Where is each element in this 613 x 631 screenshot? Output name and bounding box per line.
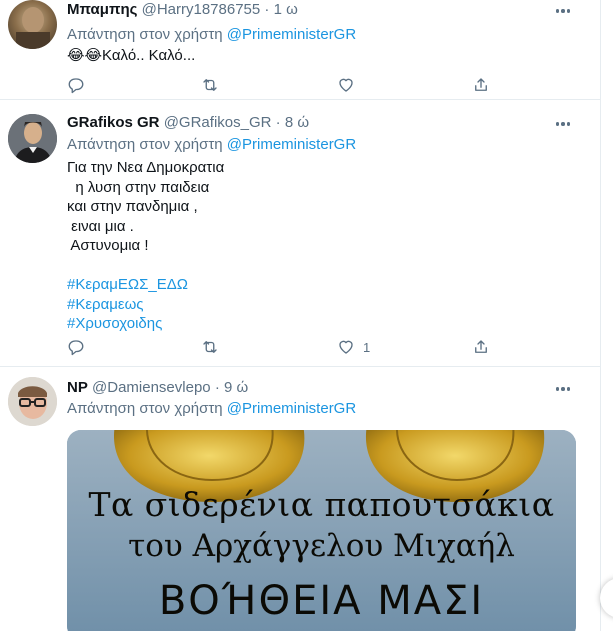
avatar-portrait-icon [16, 7, 50, 49]
reply-button[interactable] [67, 337, 85, 357]
user-handle[interactable]: @Harry18786755 [142, 1, 261, 18]
user-handle[interactable]: @GRafikos_GR [164, 114, 272, 131]
tweet-actions [67, 75, 487, 95]
tweet-header: GRafikos GR @GRafikos_GR · 8 ώ [67, 114, 309, 131]
hashtag-link[interactable]: #Κεραμεως [67, 295, 224, 315]
user-handle[interactable]: @Damiensevlepo [92, 379, 211, 396]
tweet-text: 😂😂Καλό.. Καλό... [67, 47, 196, 64]
tweet-header: Μπαμπης @Harry18786755 · 1 ω [67, 1, 298, 18]
avatar-portrait-icon [8, 114, 57, 163]
more-options-button[interactable] [553, 116, 573, 132]
avatar-portrait-icon [8, 377, 57, 426]
like-button[interactable]: 1 [337, 337, 370, 357]
reply-mention[interactable]: @PrimeministerGR [227, 136, 356, 153]
tweet-text-line: και στην πανδημια , [67, 198, 198, 215]
more-options-button[interactable] [553, 3, 573, 19]
reply-icon [68, 78, 84, 94]
more-icon-dot [566, 387, 571, 391]
reply-prefix: Απάντηση στον χρήστη [67, 26, 223, 43]
tweet-1[interactable]: Μπαμπης @Harry18786755 · 1 ω Απάντηση στ… [0, 0, 600, 100]
more-options-button[interactable] [553, 381, 573, 397]
reply-context: Απάντηση στον χρήστη @PrimeministerGR [67, 26, 356, 43]
share-button[interactable] [472, 337, 490, 357]
separator-dot: · [264, 1, 270, 18]
separator-dot: · [275, 114, 281, 131]
reply-context: Απάντηση στον χρήστη @PrimeministerGR [67, 400, 356, 417]
tweet-text-line: η λυση στην παιδεια [67, 178, 210, 196]
tweet-2[interactable]: GRafikos GR @GRafikos_GR · 8 ώ Απάντηση … [0, 100, 600, 367]
share-icon [475, 78, 487, 91]
tweet-time[interactable]: 8 ώ [285, 114, 309, 131]
reply-context: Απάντηση στον χρήστη @PrimeministerGR [67, 136, 356, 153]
retweet-icon [203, 79, 217, 91]
like-icon [339, 340, 353, 354]
share-icon [475, 340, 487, 353]
more-icon-dot [561, 9, 565, 13]
image-caption-line-1: Τα σιδερένια παπουτσάκια [88, 485, 555, 524]
tweet-text: Για την Νεα Δημοκρατια η λυση στην παιδε… [67, 158, 224, 334]
reply-mention[interactable]: @PrimeministerGR [227, 26, 356, 43]
tweet-actions: 1 [67, 337, 487, 357]
separator-dot: · [214, 379, 220, 396]
more-icon [555, 9, 560, 13]
like-button[interactable] [337, 75, 363, 95]
display-name[interactable]: NP [67, 379, 88, 396]
like-count: 1 [363, 339, 371, 355]
tweet-time[interactable]: 9 ώ [224, 379, 248, 396]
more-icon-dot [561, 387, 565, 391]
display-name[interactable]: Μπαμπης [67, 1, 137, 18]
reply-mention[interactable]: @PrimeministerGR [227, 400, 356, 417]
scroll-edge-tab[interactable] [600, 578, 613, 618]
tweet-feed: Μπαμπης @Harry18786755 · 1 ω Απάντηση στ… [0, 0, 601, 631]
tweet-text-line: Αστυνομια ! [67, 237, 149, 254]
more-icon-dot [566, 9, 571, 13]
more-icon-dot [566, 122, 571, 126]
image-caption-line-3: ΒΟΉΘΕΙΑ ΜΑΣΙ [158, 578, 485, 624]
tweet-text-line: ειναι μια . [67, 217, 134, 235]
retweet-icon [203, 341, 217, 353]
hashtag-link[interactable]: #Χρυσοχοιδης [67, 314, 224, 334]
retweet-button[interactable] [201, 75, 219, 95]
share-button[interactable] [472, 75, 490, 95]
reply-icon [68, 340, 84, 356]
reply-button[interactable] [67, 75, 85, 95]
tweet-header: NP @Damiensevlepo · 9 ώ [67, 379, 248, 396]
reply-prefix: Απάντηση στον χρήστη [67, 400, 223, 417]
tweet-time[interactable]: 1 ω [274, 1, 298, 18]
hashtag-link[interactable]: #ΚεραμΕΩΣ_ΕΔΩ [67, 275, 224, 295]
tweet-text-line: Για την Νεα Δημοκρατια [67, 159, 225, 176]
image-caption-line-2: του Αρχάγγελου Μιχαήλ [128, 528, 515, 564]
avatar[interactable] [8, 377, 57, 426]
avatar[interactable] [8, 0, 57, 49]
retweet-button[interactable] [201, 337, 219, 357]
tweet-media-image[interactable]: Τα σιδερένια παπουτσάκια του Αρχάγγελου … [67, 430, 576, 631]
more-icon-dot [561, 122, 565, 126]
more-icon [555, 122, 560, 126]
more-icon [555, 387, 560, 391]
display-name[interactable]: GRafikos GR [67, 114, 160, 131]
avatar[interactable] [8, 114, 57, 163]
like-icon [339, 78, 353, 92]
reply-prefix: Απάντηση στον χρήστη [67, 136, 223, 153]
